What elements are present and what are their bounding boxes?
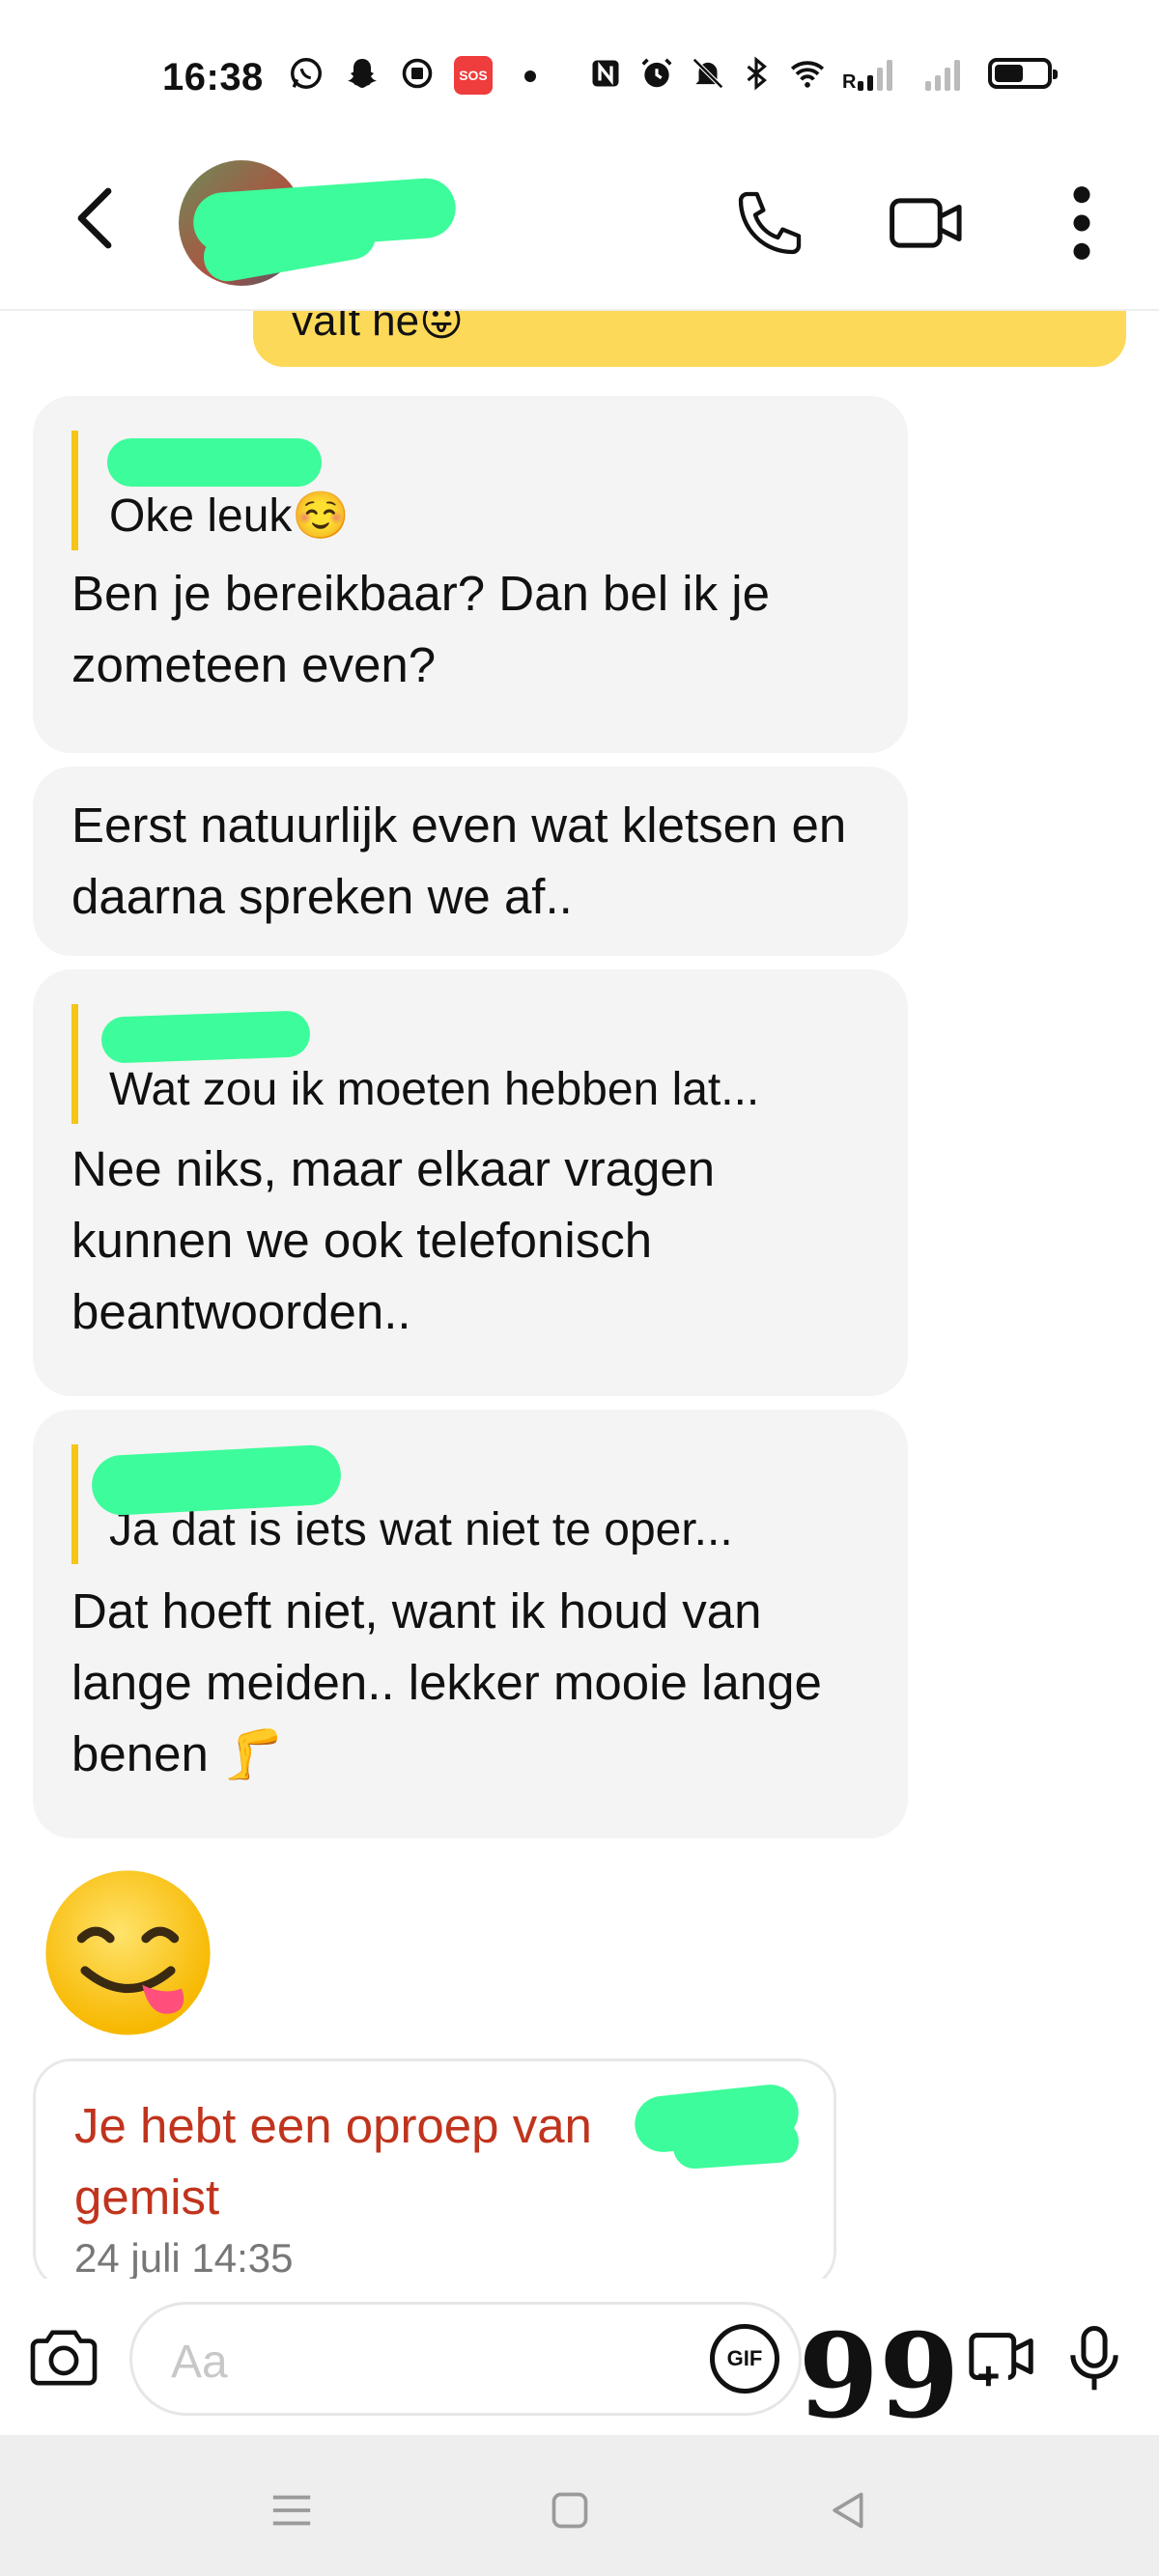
video-call-icon[interactable] [884, 180, 971, 266]
mute-bell-icon [689, 54, 727, 93]
message-list[interactable]: vaIt he😛 Oke leuk☺️ Ben je bereikbaar? D… [0, 309, 1159, 2279]
sent-message-text: vaIt he😛 [292, 309, 464, 345]
back-triangle-icon[interactable] [818, 2481, 876, 2539]
status-time: 16:38 [162, 56, 264, 98]
gif-button[interactable]: GIF [710, 2324, 779, 2394]
nfc-icon [586, 54, 625, 93]
missed-call-text: Je hebt een oproep van gemist [74, 2090, 654, 2233]
received-message-bubble[interactable]: Wat zou ik moeten hebben lat... Nee niks… [33, 969, 908, 1396]
wifi-icon [788, 54, 827, 93]
signal-strength-2-icon [925, 60, 960, 91]
message-text: Eerst natuurlijk even wat kletsen en daa… [71, 798, 847, 924]
emoji-message[interactable]: 😋 [39, 1863, 217, 2042]
redacted-caller-name-part [671, 2118, 801, 2170]
redacted-quoted-author [100, 1010, 311, 1064]
back-arrow-icon[interactable] [58, 180, 135, 257]
sos-icon: SOS [454, 56, 493, 95]
quote-symbol: 99 [798, 2309, 960, 2445]
message-input-placeholder: Aa [171, 2337, 228, 2388]
roaming-indicator: R [842, 71, 857, 93]
quoted-text: Ja dat is iets wat niet te oper... [109, 1504, 733, 1555]
message-composer: Aa GIF 99 [0, 2279, 1159, 2435]
microphone-icon[interactable] [1048, 2311, 1141, 2404]
message-input[interactable]: Aa GIF [129, 2302, 802, 2416]
camera-icon[interactable] [23, 2317, 104, 2398]
notification-dot-icon [524, 70, 536, 82]
received-message-bubble[interactable]: Oke leuk☺️ Ben je bereikbaar? Dan bel ik… [33, 396, 908, 753]
menu-icon[interactable] [263, 2481, 321, 2539]
received-message-bubble[interactable]: Ja dat is iets wat niet te oper... Dat h… [33, 1410, 908, 1838]
battery-icon [988, 58, 1058, 89]
system-navigation-bar [0, 2435, 1159, 2576]
snapchat-icon [343, 54, 382, 93]
redacted-quoted-author [107, 438, 322, 487]
app-notification-icon [398, 54, 437, 93]
battery-level [995, 65, 1023, 82]
home-icon[interactable] [541, 2481, 599, 2539]
status-bar: 16:38 SOS R [0, 0, 1159, 145]
quoted-reply[interactable]: Oke leuk☺️ [71, 431, 869, 550]
quote-icon[interactable]: 99 [799, 2311, 960, 2435]
message-text: Dat hoeft niet, want ik houd van lange m… [71, 1583, 822, 1781]
message-text: Ben je bereikbaar? Dan bel ik je zometee… [71, 566, 770, 692]
quoted-reply[interactable]: Ja dat is iets wat niet te oper... [71, 1443, 869, 1564]
received-message-bubble[interactable]: Eerst natuurlijk even wat kletsen en daa… [33, 767, 908, 956]
missed-call-card[interactable]: Je hebt een oproep van gemist 24 juli 14… [33, 2058, 836, 2279]
phone-icon[interactable] [726, 180, 813, 266]
missed-call-timestamp: 24 juli 14:35 [74, 2235, 294, 2279]
signal-strength-1-icon [858, 60, 892, 91]
quoted-reply[interactable]: Wat zou ik moeten hebben lat... [71, 1004, 869, 1124]
alarm-icon [637, 54, 676, 93]
more-vertical-icon[interactable] [1038, 180, 1125, 266]
missed-call-text-prefix: Je hebt een oproep van [74, 2098, 592, 2153]
quoted-text: Oke leuk☺️ [109, 490, 351, 542]
chat-header [0, 145, 1159, 311]
missed-call-text-suffix: gemist [74, 2170, 220, 2225]
message-text: Nee niks, maar elkaar vragen kunnen we o… [71, 1141, 716, 1339]
sent-message-bubble[interactable]: vaIt he😛 [253, 309, 1126, 367]
bluetooth-icon [737, 54, 776, 93]
whatsapp-icon [287, 54, 325, 93]
video-message-icon[interactable] [956, 2311, 1049, 2404]
quoted-text: Wat zou ik moeten hebben lat... [109, 1064, 760, 1115]
